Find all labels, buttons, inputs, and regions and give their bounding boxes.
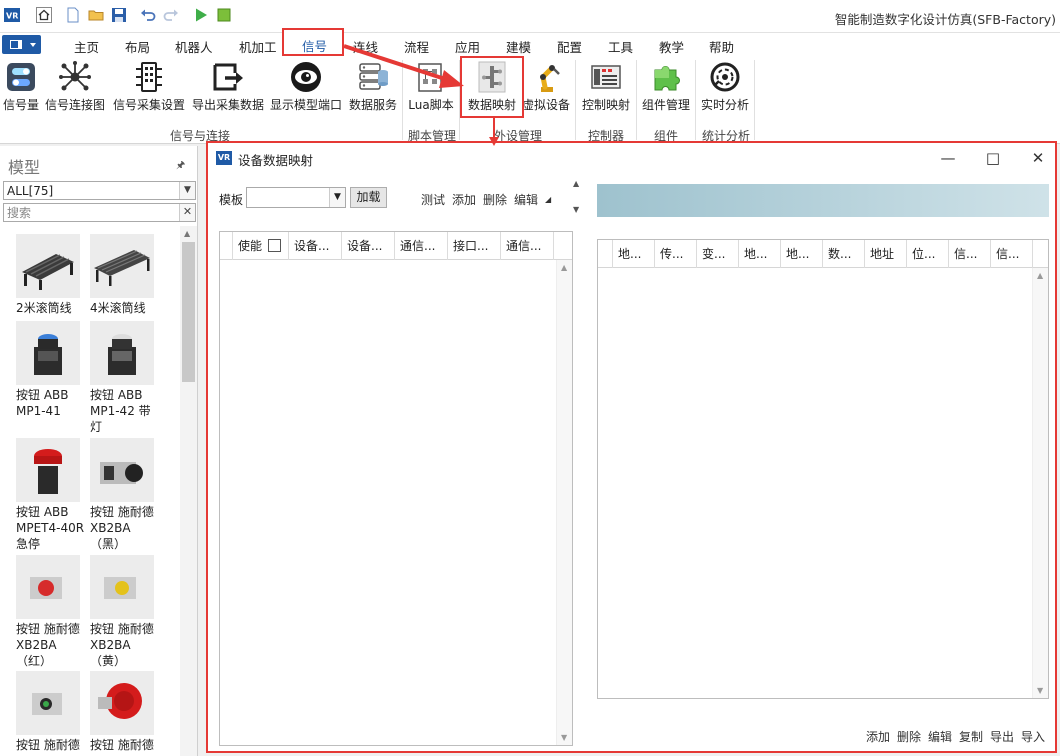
app-window: VR 智能制造数字化设计仿真(SFB-Factory) 主页 布局 机器人 机加… bbox=[0, 0, 1060, 756]
arrow-head-icon bbox=[489, 137, 499, 146]
annotation-arrows bbox=[343, 44, 499, 146]
arrow-head-icon bbox=[439, 70, 464, 88]
arrow-to-data-mapping bbox=[343, 44, 449, 82]
